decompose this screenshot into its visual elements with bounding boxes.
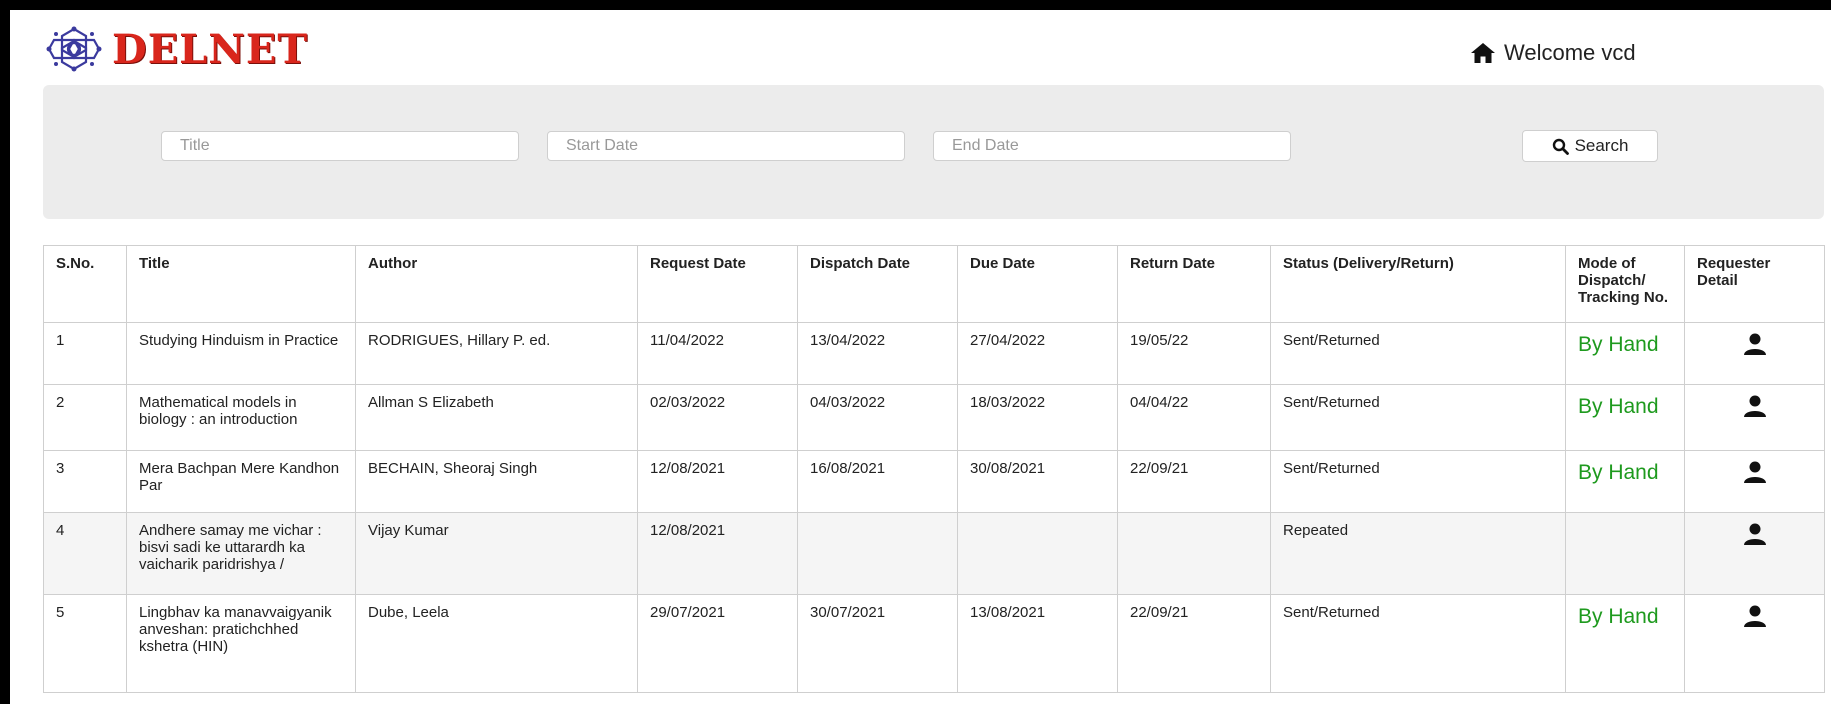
welcome-area: Welcome vcd <box>1470 40 1636 66</box>
requester-cell <box>1684 384 1825 451</box>
column-header: Request Date <box>637 245 798 323</box>
mode-cell <box>1565 512 1685 595</box>
column-header: Return Date <box>1117 245 1271 323</box>
due-date-cell: 27/04/2022 <box>957 322 1118 385</box>
status-cell: Sent/Returned <box>1270 322 1566 385</box>
request-date-cell: 02/03/2022 <box>637 384 798 451</box>
column-header: S.No. <box>43 245 127 323</box>
sno-cell: 3 <box>43 450 127 513</box>
author-cell: Vijay Kumar <box>355 512 638 595</box>
sno-cell: 2 <box>43 384 127 451</box>
request-date-cell: 12/08/2021 <box>637 450 798 513</box>
dispatch-date-cell: 13/04/2022 <box>797 322 958 385</box>
sno-cell: 4 <box>43 512 127 595</box>
logo[interactable]: DELNET <box>44 24 308 74</box>
table-row: 4 Andhere samay me vichar : bisvi sadi k… <box>43 512 1825 595</box>
start-date-input[interactable] <box>547 131 905 161</box>
table-row: 2 Mathematical models in biology : an in… <box>43 384 1825 451</box>
user-icon[interactable] <box>1742 460 1768 484</box>
column-header: Dispatch Date <box>797 245 958 323</box>
author-cell: BECHAIN, Sheoraj Singh <box>355 450 638 513</box>
home-icon[interactable] <box>1470 42 1496 64</box>
user-icon[interactable] <box>1742 332 1768 356</box>
mode-cell: By Hand <box>1565 450 1685 513</box>
mode-of-dispatch: By Hand <box>1578 461 1659 484</box>
dispatch-date-cell: 16/08/2021 <box>797 450 958 513</box>
author-cell: Dube, Leela <box>355 594 638 693</box>
column-header: Status (Delivery/Return) <box>1270 245 1566 323</box>
status-cell: Sent/Returned <box>1270 450 1566 513</box>
search-icon <box>1552 138 1569 155</box>
search-button-label: Search <box>1574 136 1629 155</box>
status-cell: Repeated <box>1270 512 1566 595</box>
sno-cell: 1 <box>43 322 127 385</box>
title-cell: Andhere samay me vichar : bisvi sadi ke … <box>126 512 356 595</box>
dispatch-date-cell: 04/03/2022 <box>797 384 958 451</box>
return-date-cell: 04/04/22 <box>1117 384 1271 451</box>
column-header: Title <box>126 245 356 323</box>
mode-of-dispatch: By Hand <box>1578 395 1659 418</box>
author-cell: RODRIGUES, Hillary P. ed. <box>355 322 638 385</box>
due-date-cell: 13/08/2021 <box>957 594 1118 693</box>
mode-of-dispatch: By Hand <box>1578 333 1659 356</box>
requester-cell <box>1684 594 1825 693</box>
column-header: Mode of Dispatch/ Tracking No. <box>1565 245 1685 323</box>
title-cell: Studying Hinduism in Practice <box>126 322 356 385</box>
title-input[interactable] <box>161 131 519 161</box>
title-cell: Mathematical models in biology : an intr… <box>126 384 356 451</box>
return-date-cell: 19/05/22 <box>1117 322 1271 385</box>
request-date-cell: 11/04/2022 <box>637 322 798 385</box>
author-cell: Allman S Elizabeth <box>355 384 638 451</box>
table-row: 3 Mera Bachpan Mere Kandhon Par BECHAIN,… <box>43 450 1825 513</box>
sno-cell: 5 <box>43 594 127 693</box>
column-header: Requester Detail <box>1684 245 1825 323</box>
status-cell: Sent/Returned <box>1270 384 1566 451</box>
welcome-text: Welcome vcd <box>1504 40 1636 65</box>
delnet-emblem-icon <box>46 26 102 72</box>
page: DELNET Welcome vcd Search S.No. Titl <box>10 10 1831 704</box>
search-button[interactable]: Search <box>1522 130 1658 162</box>
request-date-cell: 12/08/2021 <box>637 512 798 595</box>
table-header-row: S.No. Title Author Request Date Dispatch… <box>43 245 1825 323</box>
return-date-cell <box>1117 512 1271 595</box>
mode-cell: By Hand <box>1565 594 1685 693</box>
return-date-cell: 22/09/21 <box>1117 450 1271 513</box>
requests-table: S.No. Title Author Request Date Dispatch… <box>43 245 1825 693</box>
table-row: 1 Studying Hinduism in Practice RODRIGUE… <box>43 322 1825 385</box>
dispatch-date-cell: 30/07/2021 <box>797 594 958 693</box>
requester-cell <box>1684 322 1825 385</box>
request-date-cell: 29/07/2021 <box>637 594 798 693</box>
status-cell: Sent/Returned <box>1270 594 1566 693</box>
user-icon[interactable] <box>1742 604 1768 628</box>
search-panel: Search <box>43 85 1824 219</box>
user-icon[interactable] <box>1742 394 1768 418</box>
due-date-cell: 30/08/2021 <box>957 450 1118 513</box>
user-icon[interactable] <box>1742 522 1768 546</box>
mode-cell: By Hand <box>1565 384 1685 451</box>
return-date-cell: 22/09/21 <box>1117 594 1271 693</box>
end-date-input[interactable] <box>933 131 1291 161</box>
mode-of-dispatch: By Hand <box>1578 605 1659 628</box>
due-date-cell: 18/03/2022 <box>957 384 1118 451</box>
column-header: Due Date <box>957 245 1118 323</box>
column-header: Author <box>355 245 638 323</box>
title-cell: Mera Bachpan Mere Kandhon Par <box>126 450 356 513</box>
title-cell: Lingbhav ka manavvaigyanik anveshan: pra… <box>126 594 356 693</box>
mode-cell: By Hand <box>1565 322 1685 385</box>
requester-cell <box>1684 450 1825 513</box>
logo-text: DELNET <box>112 25 309 73</box>
due-date-cell <box>957 512 1118 595</box>
table-row: 5 Lingbhav ka manavvaigyanik anveshan: p… <box>43 594 1825 693</box>
dispatch-date-cell <box>797 512 958 595</box>
requester-cell <box>1684 512 1825 595</box>
